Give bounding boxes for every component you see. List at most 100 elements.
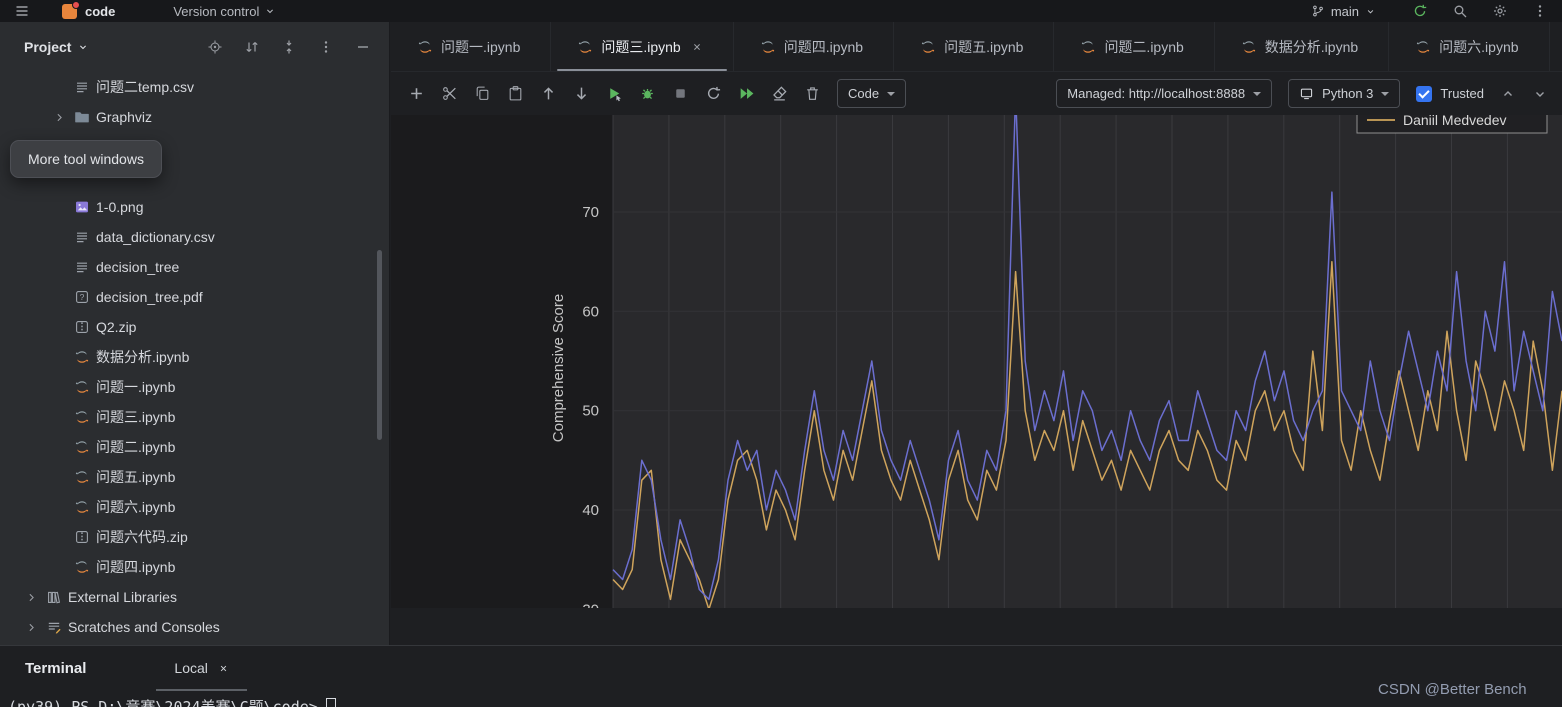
kernel-dropdown[interactable]: Python 3 <box>1288 79 1401 108</box>
editor-tab[interactable]: 问题五.ipynb <box>894 22 1055 71</box>
search-icon[interactable] <box>1450 1 1470 21</box>
editor-tab[interactable]: 问题四.ipynb <box>734 22 895 71</box>
tree-item-label: Q2.zip <box>96 319 137 335</box>
editor-tab[interactable]: 问题三.ipynb <box>551 22 734 71</box>
project-name: code <box>85 3 116 19</box>
restart-kernel-icon[interactable] <box>700 81 726 107</box>
settings-gear-icon[interactable] <box>1490 1 1510 21</box>
jupyter-server-dropdown[interactable]: Managed: http://localhost:8888 <box>1056 79 1273 108</box>
debug-cell-icon[interactable] <box>634 81 660 107</box>
file-lines-icon <box>74 259 90 275</box>
version-control-menu[interactable]: Version control <box>173 4 276 19</box>
tree-item[interactable]: Q2.zip <box>0 312 389 342</box>
notebook-icon <box>920 39 936 55</box>
paste-cell-icon[interactable] <box>502 81 528 107</box>
app-logo-icon[interactable] <box>62 0 80 19</box>
tree-item-label: 问题二temp.csv <box>96 79 195 95</box>
chevron-right-icon[interactable] <box>22 591 40 604</box>
tree-item-label: 数据分析.ipynb <box>96 349 190 365</box>
chart-legend: Daniil Medvedev <box>1356 115 1548 134</box>
tree-item[interactable]: 问题四.ipynb <box>0 552 389 582</box>
chevron-down-icon <box>77 41 89 53</box>
panel-options-icon[interactable] <box>316 37 336 57</box>
add-cell-icon[interactable] <box>403 81 429 107</box>
tree-item[interactable]: 1-0.png <box>0 192 389 222</box>
tab-label: 问题二.ipynb <box>1104 38 1184 55</box>
branch-widget[interactable]: main <box>1311 4 1376 19</box>
tab-label: 问题六.ipynb <box>1439 38 1519 55</box>
run-all-cells-icon[interactable] <box>733 81 759 107</box>
topbar-right-group: main <box>1311 1 1550 21</box>
tree-item[interactable]: 数据分析.ipynb <box>0 342 389 372</box>
tree-item[interactable]: 问题六.ipynb <box>0 492 389 522</box>
editor-tab[interactable]: 数据分析.ipynb <box>1215 22 1390 71</box>
interrupt-kernel-icon[interactable] <box>667 81 693 107</box>
sidebar-scrollbar[interactable] <box>377 250 382 440</box>
tree-item[interactable]: External Libraries <box>0 582 389 612</box>
notebook-icon <box>74 439 90 455</box>
notebook-icon <box>1080 39 1096 55</box>
tree-item[interactable]: data_dictionary.csv <box>0 222 389 252</box>
copy-cell-icon[interactable] <box>469 81 495 107</box>
update-project-icon[interactable] <box>1410 1 1430 21</box>
close-tab-icon[interactable] <box>691 41 703 53</box>
editor-tab[interactable]: 问题六.ipynb <box>1389 22 1550 71</box>
hide-panel-icon[interactable] <box>353 37 373 57</box>
terminal-tab-local[interactable]: Local <box>156 646 248 691</box>
cell-navigation <box>1498 84 1550 104</box>
chevron-right-icon[interactable] <box>22 621 40 634</box>
tree-item[interactable]: Scratches and Consoles <box>0 612 389 642</box>
tree-item[interactable]: 问题三.ipynb <box>0 402 389 432</box>
notebook-icon <box>74 499 90 515</box>
terminal-title[interactable]: Terminal <box>25 660 86 677</box>
tree-item[interactable]: 问题二temp.csv <box>0 72 389 102</box>
run-cell-icon[interactable] <box>601 81 627 107</box>
branch-name: main <box>1330 3 1359 19</box>
cell-actions-group <box>403 81 825 107</box>
tree-item[interactable]: ? decision_tree.pdf <box>0 282 389 312</box>
previous-cell-icon[interactable] <box>1498 84 1518 104</box>
hamburger-menu-icon[interactable] <box>12 1 32 21</box>
move-cell-down-icon[interactable] <box>568 81 594 107</box>
svg-text:40: 40 <box>582 502 599 519</box>
file-lines-icon <box>74 79 90 95</box>
project-widget[interactable]: code <box>85 4 115 19</box>
watermark: CSDN @Better Bench <box>1378 681 1527 698</box>
trusted-checkbox[interactable] <box>1416 85 1433 102</box>
delete-cell-icon[interactable] <box>799 81 825 107</box>
locate-file-icon[interactable] <box>205 37 225 57</box>
tree-item[interactable]: decision_tree <box>0 252 389 282</box>
version-control-label: Version control <box>173 3 260 19</box>
tree-item[interactable]: 问题六代码.zip <box>0 522 389 552</box>
more-options-icon[interactable] <box>1530 1 1550 21</box>
sort-icon[interactable] <box>242 37 262 57</box>
tree-item[interactable]: 问题五.ipynb <box>0 462 389 492</box>
editor-tab[interactable]: 问题二.ipynb <box>1054 22 1215 71</box>
project-panel-actions <box>205 37 373 57</box>
terminal-prompt[interactable]: (py39) PS D:\竞赛\2024美赛\C题\code> <box>8 696 336 707</box>
collapse-all-icon[interactable] <box>279 37 299 57</box>
chevron-right-icon[interactable] <box>50 111 68 124</box>
move-cell-up-icon[interactable] <box>535 81 561 107</box>
next-cell-icon[interactable] <box>1530 84 1550 104</box>
notebook-icon <box>760 39 776 55</box>
tree-item[interactable]: 问题一.ipynb <box>0 372 389 402</box>
svg-text:?: ? <box>80 292 85 302</box>
notebook-icon <box>74 349 90 365</box>
notebook-icon <box>417 39 433 55</box>
cell-type-dropdown[interactable]: Code <box>837 79 907 108</box>
tree-item[interactable]: 问题二.ipynb <box>0 432 389 462</box>
cut-cell-icon[interactable] <box>436 81 462 107</box>
score-line-chart: 30 40 50 60 70 Comprehensive Score Daniil Medv… <box>391 115 1562 608</box>
editor-area: 问题一.ipynb 问题三.ipynb 问题四.ipynb 问题五.ipynb 问题二.… <box>391 22 1562 645</box>
git-branch-icon <box>1311 4 1325 18</box>
main-toolbar: code Version control main <box>0 0 1562 22</box>
editor-tab[interactable]: 问题一.ipynb <box>391 22 552 71</box>
close-icon[interactable] <box>218 663 229 674</box>
tab-label: 问题三.ipynb <box>601 38 681 55</box>
tree-item[interactable]: Graphviz <box>0 102 389 132</box>
folder-icon <box>74 109 90 125</box>
tree-item-label: Graphviz <box>96 109 153 125</box>
project-view-dropdown[interactable]: Project <box>24 39 89 55</box>
clear-outputs-icon[interactable] <box>766 81 792 107</box>
